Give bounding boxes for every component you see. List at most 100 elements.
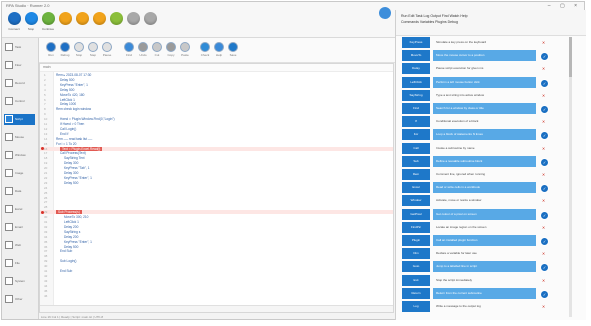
rail-item[interactable]: Flow (4, 60, 35, 71)
check-circle-icon[interactable]: ✓ (540, 210, 549, 220)
rail-item[interactable]: System (4, 276, 35, 287)
command-tag[interactable]: Excel (402, 182, 430, 194)
code-line[interactable]: 30 MoveTo 300, 210 (40, 215, 393, 219)
code-line[interactable]: 20 KeyPress "Tab", 1 (40, 166, 393, 170)
editor-toolbar-button[interactable]: Paste (179, 42, 191, 57)
editor-tab[interactable]: main (40, 64, 393, 72)
check-circle-icon[interactable]: ✓ (540, 105, 549, 114)
command-tag[interactable]: GetPixel (402, 208, 430, 220)
editor-toolbar-button[interactable]: Help (213, 42, 225, 57)
code-line[interactable]: 9 (40, 112, 393, 116)
code-line[interactable]: 16 Text = Plugin.Excel.Read(i) (40, 146, 393, 151)
code-line[interactable]: 39 Sub Login() (40, 259, 393, 263)
editor-toolbar-button[interactable]: Step (87, 42, 99, 57)
check-circle-icon[interactable]: ✓ (540, 78, 549, 88)
breakpoint-icon[interactable] (41, 147, 44, 150)
rail-item[interactable]: Other (4, 294, 35, 305)
close-icon[interactable]: ✕ (540, 303, 547, 310)
command-tag[interactable]: KeyPress (402, 37, 430, 48)
command-row[interactable]: Find Search for a window by class or titl… (402, 103, 564, 115)
command-tag[interactable]: For (402, 129, 430, 141)
command-tag[interactable]: Goto (402, 261, 430, 273)
command-row[interactable]: Rem Comment line, ignored when running ✕ (402, 169, 564, 181)
rail-item[interactable]: Script (4, 114, 35, 125)
close-icon[interactable]: ✕ (540, 197, 547, 204)
code-line[interactable]: 6 LeftClick 1 (40, 98, 393, 102)
rail-item[interactable]: Record (4, 78, 35, 89)
command-row[interactable]: LeftClick Perform a left mouse button cli… (402, 76, 564, 89)
editor-toolbar-button[interactable]: Pause (101, 42, 113, 57)
code-line[interactable]: 44 (40, 284, 393, 288)
command-row[interactable]: Goto Jump to a labelled line in script ✓ (402, 261, 564, 273)
panel-scrollbar[interactable] (569, 37, 572, 317)
rail-item[interactable]: Web (4, 240, 35, 251)
command-tag[interactable]: If (402, 116, 430, 128)
code-line[interactable]: 22 KeyPress "Enter", 1 (40, 176, 393, 180)
editor-toolbar-button[interactable]: Cut (151, 42, 163, 57)
command-row[interactable]: Excel Read or write cells in a workbook ✓ (402, 182, 564, 194)
toolbar-button[interactable] (91, 12, 107, 34)
code-line[interactable]: 38 (40, 254, 393, 258)
command-row[interactable]: Dim Declare a variable for later use ✕ (402, 248, 564, 260)
code-line[interactable]: 45 (40, 289, 393, 293)
code-line[interactable]: 18 SayString Text (40, 156, 393, 160)
window-controls[interactable]: – ▢ × (548, 3, 581, 9)
toolbar-button[interactable] (108, 12, 124, 34)
code-line[interactable]: 15 For i = 1 To 20 (40, 142, 393, 146)
code-line[interactable]: 2 Delay 500 (40, 78, 393, 82)
command-row[interactable]: Log Write a message to the output log ✕ (402, 301, 564, 313)
check-circle-icon[interactable]: ✓ (540, 237, 549, 246)
check-circle-icon[interactable]: ✓ (540, 131, 549, 141)
code-line[interactable]: 24 (40, 186, 393, 190)
command-tag[interactable]: Delay (402, 63, 430, 75)
toolbar-button[interactable] (57, 12, 73, 34)
check-circle-icon[interactable]: ✓ (540, 263, 549, 273)
code-line[interactable]: 43 (40, 279, 393, 283)
code-line[interactable]: 17 Call Process(Text) (40, 151, 393, 155)
command-row[interactable]: GetPixel Get colour of a pixel on screen ✓ (402, 208, 564, 221)
close-icon[interactable]: ✕ (540, 118, 547, 125)
command-row[interactable]: Exit Stop the script immediately ✕ (402, 274, 564, 287)
code-line[interactable]: 32 Delay 200 (40, 225, 393, 229)
command-row[interactable]: Window Activate, move or resize a window ✕ (402, 195, 564, 207)
code-line[interactable]: 31 LeftClick 1 (40, 220, 393, 224)
command-row[interactable]: SayString Type a text string into active … (402, 89, 564, 102)
code-line[interactable]: 5 MoveTo 420, 180 (40, 93, 393, 97)
script-editor[interactable]: main 1 Rem ▸ 2023-08-07 17:30 2 Delay 500 3 K… (39, 63, 394, 313)
code-line[interactable]: 36 Delay 500 (40, 245, 393, 249)
code-line[interactable]: 1 Rem ▸ 2023-08-07 17:30 (40, 73, 393, 77)
command-row[interactable]: Sub Define a reusable subroutine block ✓ (402, 155, 564, 168)
command-tag[interactable]: Window (402, 195, 430, 207)
code-line[interactable]: 33 SayString s (40, 230, 393, 234)
editor-toolbar-button[interactable]: Undo (137, 42, 149, 57)
editor-toolbar-button[interactable]: Run (45, 42, 57, 57)
editor-toolbar-button[interactable]: Copy (165, 42, 177, 57)
code-line[interactable]: 46 (40, 294, 393, 298)
editor-toolbar-button[interactable]: Check (199, 42, 211, 57)
command-tag[interactable]: Rem (402, 169, 430, 180)
close-icon[interactable]: ✕ (540, 171, 547, 178)
command-tag[interactable]: Log (402, 301, 430, 312)
rail-item[interactable]: Mouse (4, 132, 35, 143)
editor-toolbar-button[interactable]: Find (123, 42, 135, 57)
code-line[interactable]: 19 Delay 300 (40, 161, 393, 165)
code-line[interactable]: 23 Delay 500 (40, 181, 393, 185)
command-tag[interactable]: Find (402, 103, 430, 114)
toolbar-button[interactable] (142, 12, 158, 34)
close-icon[interactable]: ✕ (540, 92, 547, 99)
close-icon[interactable]: ✕ (540, 65, 547, 72)
command-row[interactable]: Plugin Call an installed plugin function ✓ (402, 235, 564, 247)
command-row[interactable]: FindPic Locate an image region on the scr… (402, 221, 564, 234)
rail-item[interactable]: File (4, 258, 35, 269)
breakpoint-icon[interactable] (41, 210, 44, 214)
code-line[interactable]: 13 End If (40, 132, 393, 136)
editor-hscrollbar[interactable] (40, 305, 393, 312)
rail-item[interactable]: Task (4, 42, 35, 53)
command-row[interactable]: Return Return from the current subroutine… (402, 287, 564, 300)
close-icon[interactable]: ✕ (540, 145, 547, 152)
command-tag[interactable]: Plugin (402, 235, 430, 246)
command-tag[interactable]: LeftClick (402, 76, 430, 88)
close-icon[interactable]: ✕ (540, 250, 547, 257)
code-line[interactable]: 41 End Sub (40, 269, 393, 273)
rail-item[interactable]: Excel (4, 204, 35, 215)
